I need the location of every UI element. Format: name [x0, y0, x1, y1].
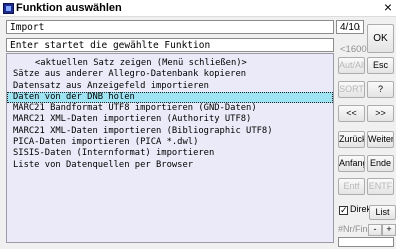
list-item[interactable]: Liste von Datenquellen per Browser [7, 160, 333, 171]
delete-caps-button[interactable]: ENTF [367, 178, 394, 195]
list-item[interactable]: MARC21 XML-Daten importieren (Authority … [7, 114, 333, 125]
decrease-button[interactable]: - [368, 224, 382, 236]
hint-field: Enter startet die gewählte Funktion [6, 38, 334, 52]
increase-button[interactable]: + [382, 224, 396, 236]
sort-button[interactable]: SORT [338, 81, 365, 98]
list-item[interactable]: MARC21 XML-Daten importieren (Bibliograp… [7, 126, 333, 137]
next-button[interactable]: >> [367, 105, 394, 122]
header-field[interactable]: Import [6, 20, 334, 34]
spin-arrows-icon[interactable]: ↕ [357, 21, 361, 34]
help-button[interactable]: ? [367, 81, 394, 98]
list-item[interactable]: Datensatz aus Anzeigefeld importieren [7, 81, 333, 92]
aut-alb-button[interactable]: Aut/Alb [338, 57, 365, 74]
back-button[interactable]: Zurück [338, 131, 365, 148]
end-button[interactable]: Ende [367, 155, 394, 172]
list-item-selected[interactable]: Daten von der DNB holen [7, 91, 333, 104]
find-input[interactable] [338, 237, 394, 247]
esc-button[interactable]: Esc [367, 57, 394, 74]
prev-button[interactable]: << [338, 105, 365, 122]
close-icon[interactable]: × [384, 0, 392, 15]
list-item[interactable]: MARC21 Bandformat UTF8 importieren (GND-… [7, 103, 333, 114]
item-counter[interactable]: 4/10 ↕ [336, 20, 364, 34]
delete-button[interactable]: Entf [338, 178, 365, 195]
list-item[interactable]: <aktuellen Satz zeigen (Menü schließen)> [7, 58, 333, 69]
start-button[interactable]: Anfang [338, 155, 365, 172]
list-item[interactable]: Sätze aus anderer Allegro-Datenbank kopi… [7, 69, 333, 80]
direkt-checkbox[interactable]: ✓ [339, 206, 348, 215]
title-bar: Funktion auswählen × [0, 0, 396, 17]
list-item[interactable]: PICA-Daten importieren (PICA *.dwl) [7, 137, 333, 148]
window-title: Funktion auswählen [16, 2, 122, 14]
list-item[interactable]: SISIS-Daten (Internformat) importieren [7, 148, 333, 159]
ok-button[interactable]: OK [367, 24, 394, 53]
forward-button[interactable]: Weiter [367, 131, 394, 148]
function-list[interactable]: <aktuellen Satz zeigen (Menü schließen)>… [6, 53, 334, 243]
app-icon [3, 3, 14, 14]
list-button[interactable]: List [369, 205, 396, 220]
